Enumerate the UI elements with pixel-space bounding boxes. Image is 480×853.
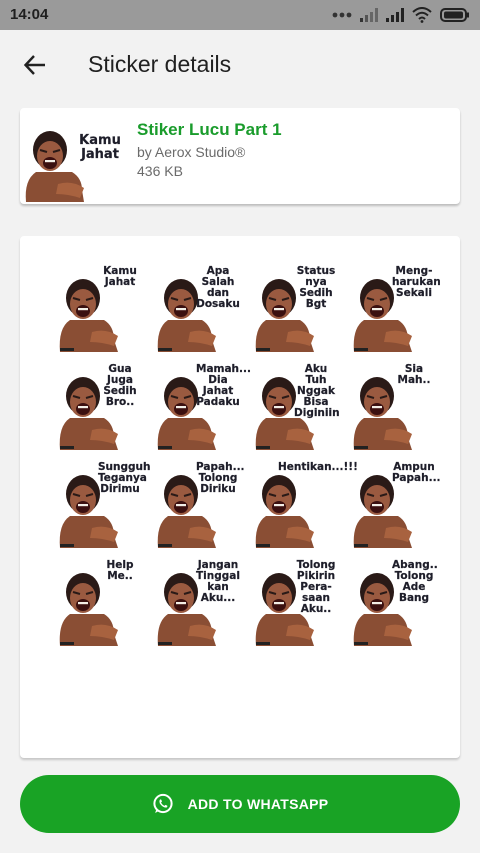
sticker-item[interactable]: Status nya Sedih Bgt — [244, 262, 342, 360]
sticker-item[interactable]: Jangan Tinggal kan Aku... — [146, 556, 244, 654]
add-to-whatsapp-label: ADD TO WHATSAPP — [187, 796, 329, 812]
sticker-caption: Aku Tuh Nggak Bisa Diginiin — [294, 363, 340, 419]
sticker-item[interactable]: Papah... Tolong Diriku — [146, 458, 245, 556]
sticker-item[interactable]: Abang.. Tolong Ade Bang — [342, 556, 440, 654]
tray-icon-caption: Kamu Jahat — [79, 133, 121, 162]
sticker-caption: Hentikan...!!! — [278, 461, 358, 473]
sticker-item[interactable]: Sia Mah.. — [342, 360, 440, 458]
whatsapp-icon — [152, 793, 173, 814]
sticker-item[interactable]: Apa Salah dan Dosaku — [146, 262, 244, 360]
sticker-caption: Ampun Papah... — [392, 461, 441, 484]
sticker-item[interactable]: Gua Juga Sedih Bro.. — [48, 360, 146, 458]
sticker-caption: Meng- harukan Sekali — [392, 265, 441, 299]
pack-publisher: by Aerox Studio® — [137, 144, 246, 160]
sticker-item[interactable]: Meng- harukan Sekali — [342, 262, 441, 360]
pack-name: Stiker Lucu Part 1 — [137, 120, 282, 139]
status-time: 14:04 — [10, 6, 49, 23]
sticker-item[interactable]: Hentikan...!!! — [244, 458, 358, 556]
add-to-whatsapp-button[interactable]: ADD TO WHATSAPP — [20, 775, 460, 833]
sticker-item[interactable]: Sungguh Teganya Dirimu — [48, 458, 151, 556]
sticker-caption: Status nya Sedih Bgt — [296, 265, 336, 310]
sticker-grid-card: Kamu Jahat Apa Salah dan Dosaku Status nya… — [20, 236, 460, 758]
sticker-item[interactable]: Aku Tuh Nggak Bisa Diginiin — [244, 360, 342, 458]
sticker-caption: Gua Juga Sedih Bro.. — [103, 363, 137, 408]
signal-weak-icon — [360, 8, 378, 22]
sticker-caption: Help Me.. — [106, 559, 134, 582]
arrow-back-icon — [23, 55, 45, 75]
more-dots-icon — [332, 12, 352, 18]
pack-size: 436 KB — [137, 163, 183, 179]
sticker-caption: Papah... Tolong Diriku — [196, 461, 245, 495]
sticker-item[interactable]: Help Me.. — [48, 556, 146, 654]
sticker-item[interactable]: Ampun Papah... — [342, 458, 441, 556]
sticker-caption: Kamu Jahat — [103, 265, 137, 288]
sticker-item[interactable]: Kamu Jahat — [48, 262, 146, 360]
sticker-caption: Mamah... Dia Jahat Padaku — [196, 363, 252, 408]
wifi-icon — [412, 7, 432, 23]
sticker-caption: Apa Salah dan Dosaku — [196, 265, 240, 310]
sticker-item[interactable]: Tolong Pikirin Pera- saan Aku.. — [244, 556, 342, 654]
app-bar: Sticker details — [0, 30, 480, 100]
tray-icon-image: Kamu Jahat — [20, 120, 121, 204]
page-title: Sticker details — [88, 51, 232, 77]
sticker-caption: Tolong Pikirin Pera- saan Aku.. — [296, 559, 336, 615]
sticker-caption: Sia Mah.. — [397, 363, 431, 386]
sticker-grid: Kamu Jahat Apa Salah dan Dosaku Status nya… — [48, 262, 441, 654]
pack-info-card: Kamu Jahat Stiker Lucu Part 1 by Aerox S… — [20, 108, 460, 204]
sticker-caption: Sungguh Teganya Dirimu — [98, 461, 151, 495]
status-icons — [332, 6, 470, 24]
sticker-caption: Abang.. Tolong Ade Bang — [392, 559, 438, 604]
status-bar: 14:04 — [0, 0, 480, 30]
battery-icon — [440, 8, 469, 22]
sticker-item[interactable]: Mamah... Dia Jahat Padaku — [146, 360, 252, 458]
signal-icon — [386, 8, 404, 22]
back-button[interactable] — [18, 48, 52, 82]
sticker-caption: Jangan Tinggal kan Aku... — [196, 559, 240, 604]
